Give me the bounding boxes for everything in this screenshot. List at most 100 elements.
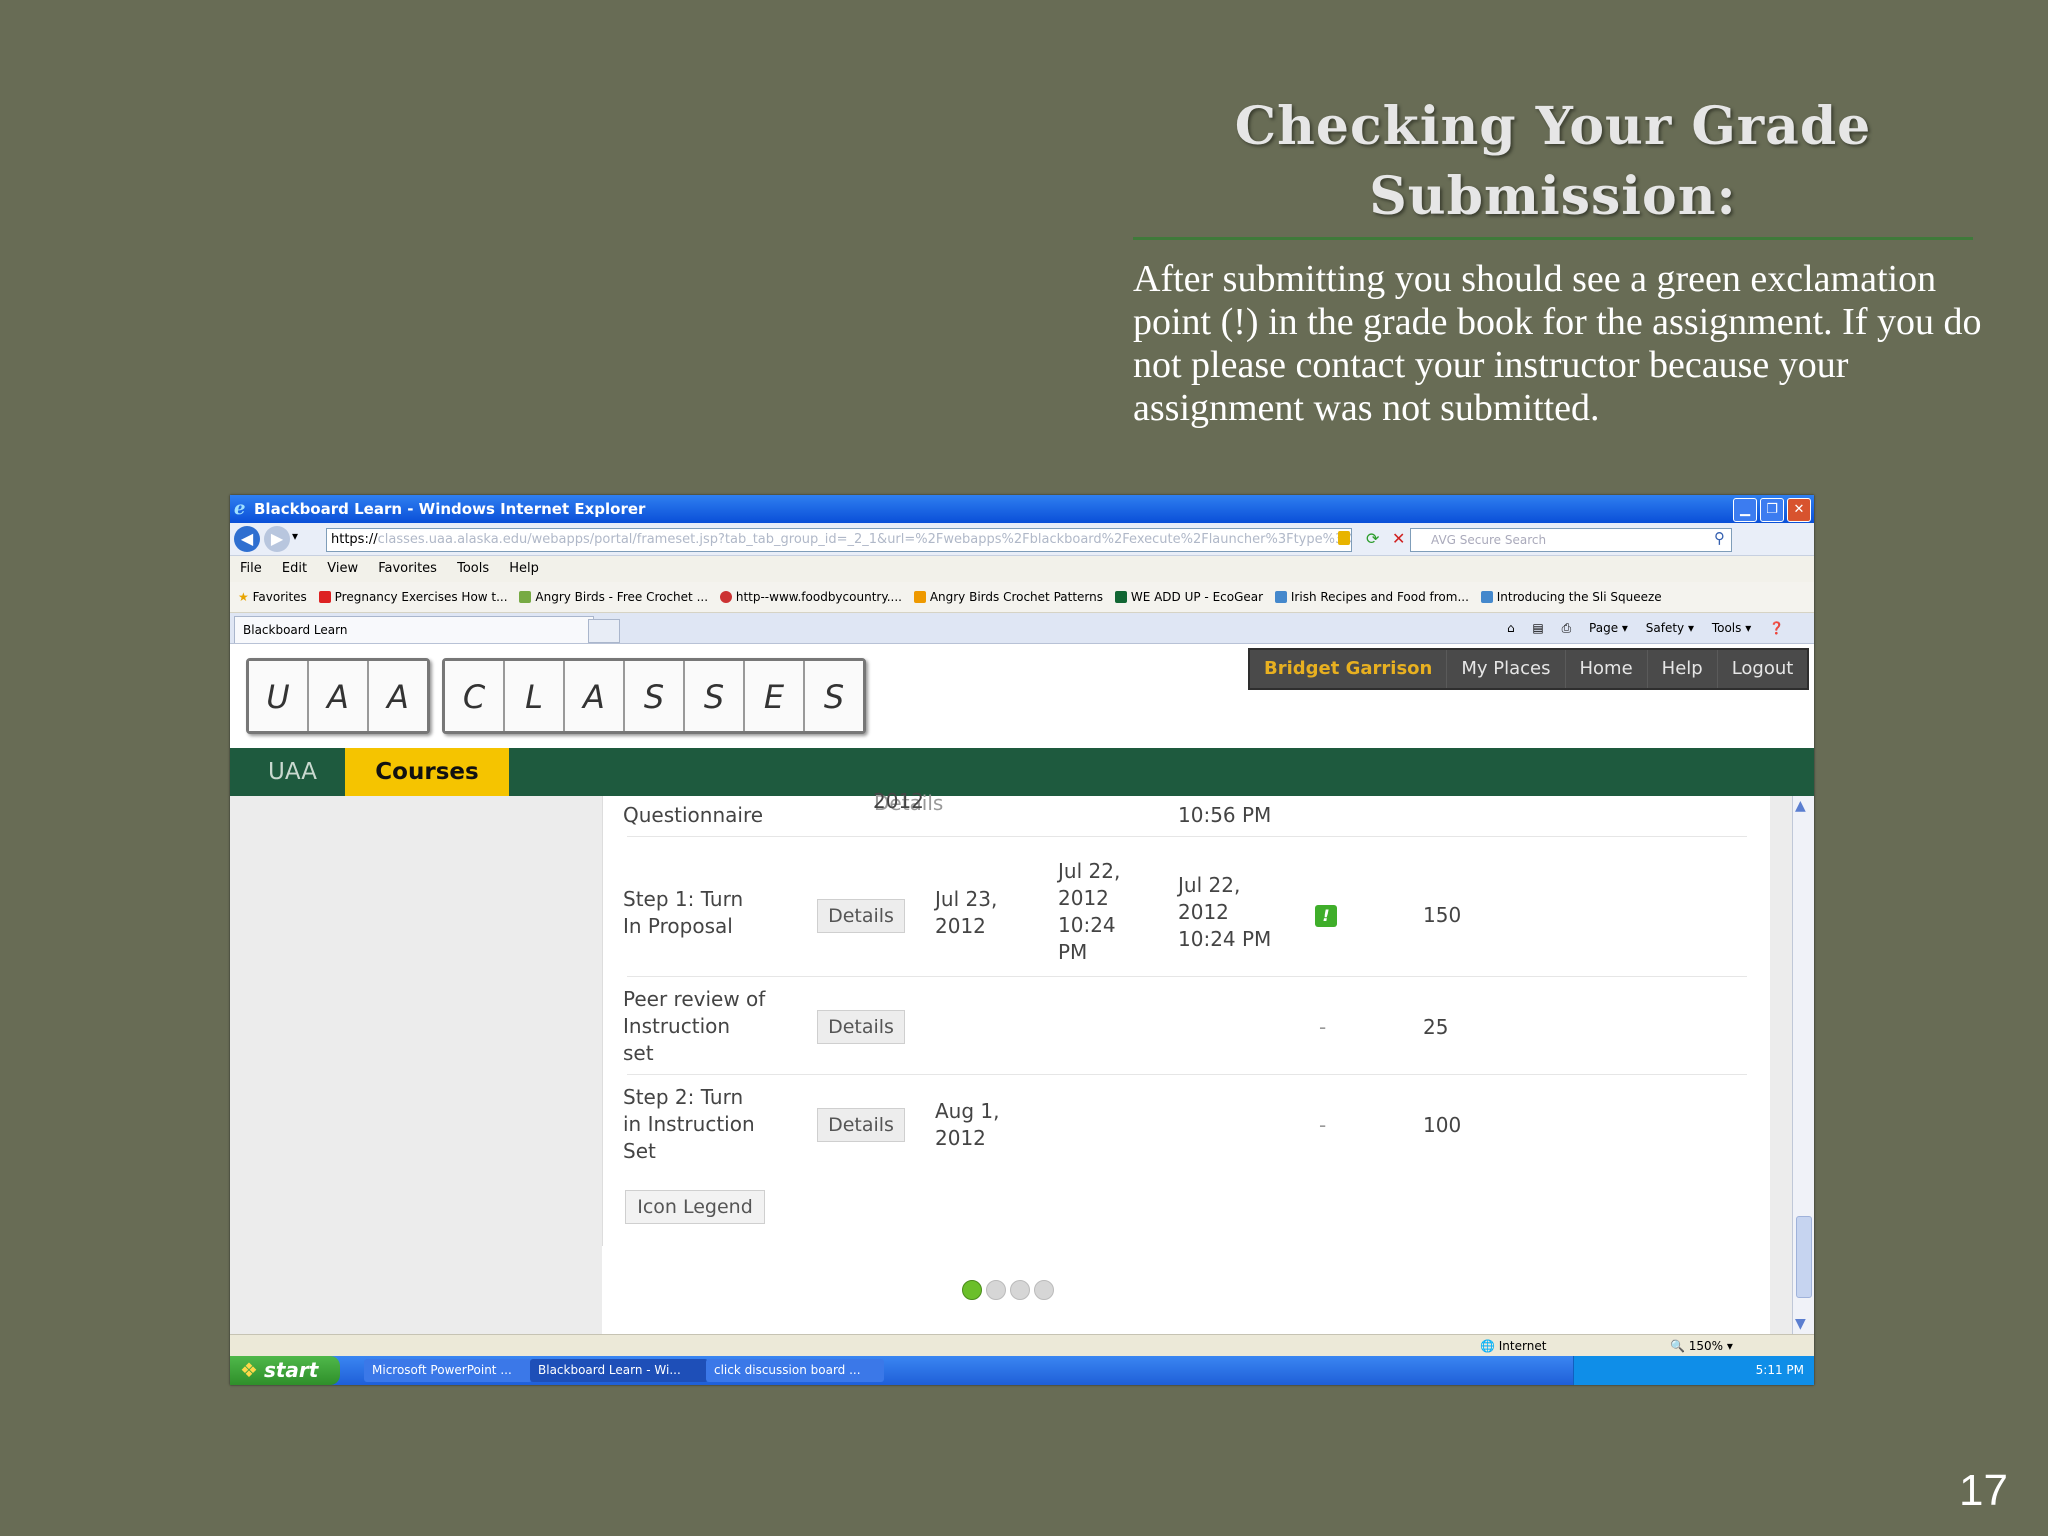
favorite-label: Pregnancy Exercises How t...	[334, 590, 508, 604]
favorite-link-3[interactable]: http--www.foodbycountry....	[719, 590, 902, 604]
logout-link[interactable]: Logout	[1718, 650, 1808, 688]
scroll-down-icon[interactable]: ▼	[1795, 1316, 1806, 1332]
uaa-classes-logo[interactable]: U A A C L A S S E S	[246, 658, 866, 734]
help-link[interactable]: Help	[1648, 650, 1718, 688]
security-zone: 🌐 Internet	[1480, 1339, 1547, 1353]
last-modified-line: Jul 22,	[1178, 873, 1241, 897]
stop-icon[interactable]: ✕	[1392, 529, 1405, 548]
tab-row: Blackboard Learn ⌂ ▤ ⎙ Page ▾ Safety ▾ T…	[230, 613, 1814, 644]
details-button[interactable]: Details	[817, 899, 905, 933]
favorite-label: Introducing the Sli Squeeze	[1496, 590, 1662, 604]
page-scrollbar[interactable]: ▲ ▼	[1792, 796, 1814, 1334]
menu-help[interactable]: Help	[509, 561, 539, 576]
taskbar-item-blackboard[interactable]: Blackboard Learn - Wi...	[530, 1359, 708, 1382]
restore-button[interactable]: ❐	[1760, 498, 1784, 522]
menu-tools[interactable]: Tools	[457, 561, 489, 576]
loading-indicator	[962, 1280, 1054, 1300]
site-icon	[913, 591, 926, 603]
status-bar: 🌐 Internet 🔍 150% ▾	[230, 1334, 1814, 1357]
favorite-link-5[interactable]: WE ADD UP - EcoGear	[1114, 590, 1263, 604]
favorite-link-2[interactable]: Angry Birds - Free Crochet ...	[519, 590, 708, 604]
minimize-button[interactable]: ▁	[1733, 498, 1757, 522]
search-icon[interactable]: ⚲	[1714, 529, 1725, 547]
zoom-level[interactable]: 🔍 150% ▾	[1670, 1335, 1733, 1357]
favorites-bar: ★ Favorites Pregnancy Exercises How t...…	[230, 582, 1814, 613]
search-input[interactable]: AVG Secure Search	[1410, 528, 1732, 552]
favorite-link-6[interactable]: Irish Recipes and Food from...	[1274, 590, 1469, 604]
forward-button[interactable]: ▶	[264, 526, 290, 552]
home-link[interactable]: Home	[1566, 650, 1648, 688]
command-bar: ⌂ ▤ ⎙ Page ▾ Safety ▾ Tools ▾ ❓	[1493, 613, 1784, 643]
item-name: Questionnaire	[623, 803, 764, 827]
item-name-line: in Instruction	[623, 1112, 755, 1136]
my-places-link[interactable]: My Places	[1447, 650, 1566, 688]
logo-letter: A	[369, 661, 427, 731]
refresh-icon[interactable]: ⟳	[1366, 529, 1379, 548]
tab-blackboard-learn[interactable]: Blackboard Learn	[234, 616, 594, 643]
menu-view[interactable]: View	[327, 561, 358, 576]
item-name-line: Step 2: Turn	[623, 1085, 744, 1109]
start-button[interactable]: ❖ start	[230, 1356, 340, 1385]
needs-grading-icon[interactable]: !	[1315, 905, 1337, 927]
menu-edit[interactable]: Edit	[282, 561, 307, 576]
menu-favorites[interactable]: Favorites	[378, 561, 437, 576]
details-button[interactable]: Details	[817, 1010, 905, 1044]
tab-courses[interactable]: Courses	[345, 748, 509, 796]
logo-letter: S	[625, 661, 685, 731]
logo-group-classes: C L A S S E S	[442, 658, 866, 734]
back-button[interactable]: ◀	[234, 526, 260, 552]
title-divider	[1133, 237, 1973, 240]
feeds-icon[interactable]: ▤	[1532, 621, 1543, 635]
details-button[interactable]: Details	[817, 1108, 905, 1142]
taskbar-item-discussion[interactable]: click discussion board ...	[706, 1359, 884, 1382]
due-date-line: Jul 23,	[935, 887, 998, 911]
site-icon	[1114, 591, 1127, 603]
window-title: Blackboard Learn - Windows Internet Expl…	[254, 500, 646, 518]
start-label: start	[263, 1358, 319, 1382]
points-possible: 100	[1423, 1113, 1462, 1137]
home-icon[interactable]: ⌂	[1507, 621, 1515, 635]
history-dropdown-icon[interactable]: ▾	[292, 529, 298, 543]
lock-icon[interactable]	[1338, 531, 1350, 545]
submitted-date-line: PM	[1058, 940, 1088, 964]
favorite-link-4[interactable]: Angry Birds Crochet Patterns	[913, 590, 1103, 604]
user-name-link[interactable]: Bridget Garrison	[1250, 650, 1448, 688]
scroll-thumb[interactable]	[1796, 1216, 1812, 1298]
print-icon[interactable]: ⎙	[1562, 621, 1572, 635]
row-divider	[627, 836, 1747, 837]
help-icon[interactable]: ❓	[1769, 621, 1784, 635]
left-margin	[230, 796, 602, 1334]
address-bar: ◀ ▶ ▾ https://classes.uaa.alaska.edu/web…	[230, 523, 1814, 556]
item-name: Step 2: Turn in Instruction Set	[623, 1084, 755, 1165]
close-button[interactable]: ✕	[1787, 498, 1811, 522]
taskbar-item-powerpoint[interactable]: Microsoft PowerPoint ...	[364, 1359, 532, 1382]
course-navigation: UAA Courses	[230, 748, 1814, 796]
tab-uaa[interactable]: UAA	[268, 748, 317, 796]
slide-title-line1: Checking Your Grade	[1234, 96, 1872, 157]
favorites-button[interactable]: ★ Favorites	[238, 590, 307, 604]
slide-number: 17	[1959, 1466, 2008, 1515]
page-menu[interactable]: Page ▾	[1589, 621, 1628, 635]
icon-legend-button[interactable]: Icon Legend	[625, 1190, 765, 1224]
favorite-link-1[interactable]: Pregnancy Exercises How t...	[318, 590, 508, 604]
menu-file[interactable]: File	[240, 561, 262, 576]
scroll-up-icon[interactable]: ▲	[1795, 798, 1806, 814]
safety-menu[interactable]: Safety ▾	[1646, 621, 1694, 635]
favorite-label: Irish Recipes and Food from...	[1290, 590, 1469, 604]
logo-group-uaa: U A A	[246, 658, 430, 734]
url-input[interactable]: https://classes.uaa.alaska.edu/webapps/p…	[326, 528, 1352, 552]
zoom-level-value: 150%	[1688, 1339, 1724, 1353]
ie-page-icon	[1274, 591, 1287, 603]
submitted-date-line: 2012	[1058, 886, 1109, 910]
url-prefix: https://	[331, 532, 378, 547]
grade-value: -	[1319, 1113, 1327, 1137]
youtube-icon	[318, 591, 331, 603]
favorite-label: Angry Birds - Free Crochet ...	[535, 590, 709, 604]
favorite-link-7[interactable]: Introducing the Sli Squeeze	[1480, 590, 1662, 604]
logo-letter: A	[309, 661, 369, 731]
new-tab-button[interactable]	[588, 619, 620, 643]
row-divider	[627, 976, 1747, 977]
tools-menu[interactable]: Tools ▾	[1712, 621, 1751, 635]
url-path: /webapps/portal/frameset.jsp?tab_tab_gro…	[527, 532, 1352, 547]
last-modified-line: 10:24 PM	[1178, 927, 1272, 951]
